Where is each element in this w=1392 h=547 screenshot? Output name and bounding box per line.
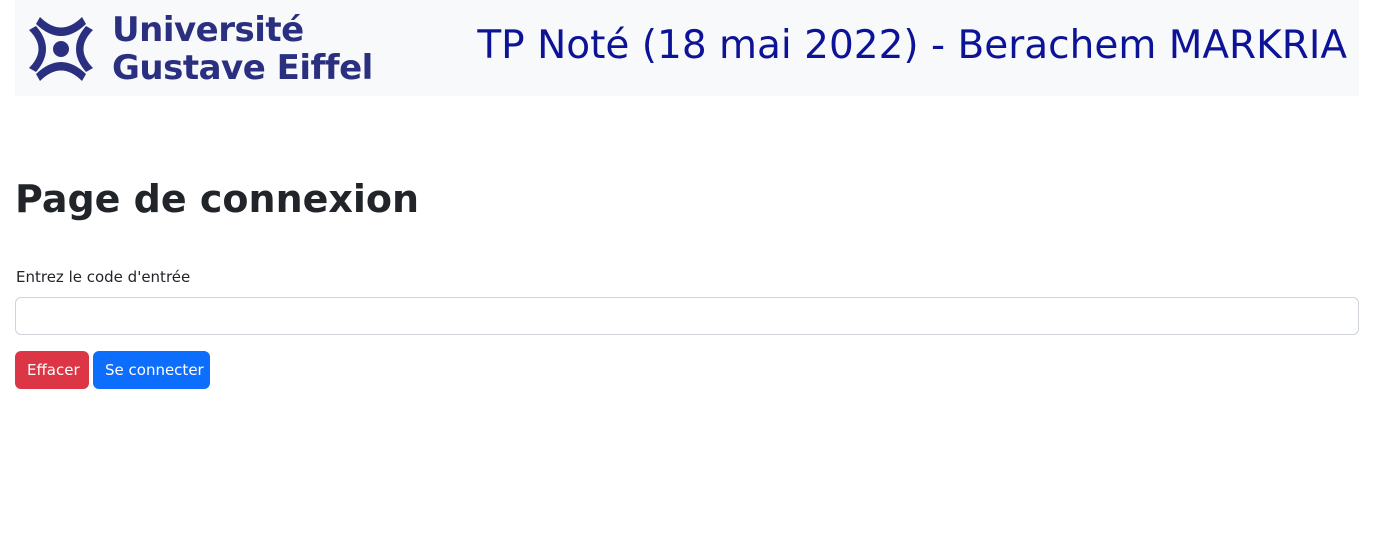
header-bar: Université Gustave Eiffel TP Noté (18 ma… — [15, 0, 1359, 96]
university-logo-icon — [29, 17, 93, 81]
page-title: Page de connexion — [15, 177, 420, 221]
code-input[interactable] — [15, 297, 1359, 335]
university-name-line2: Gustave Eiffel — [112, 48, 373, 88]
university-logo[interactable]: Université Gustave Eiffel — [26, 11, 373, 87]
clear-button[interactable]: Effacer — [15, 351, 89, 389]
header-title: TP Noté (18 mai 2022) - Berachem MARKRIA — [477, 23, 1347, 68]
code-field-label: Entrez le code d'entrée — [16, 268, 191, 286]
university-name: Université Gustave Eiffel — [112, 11, 373, 87]
login-button[interactable]: Se connecter — [93, 351, 210, 389]
university-name-line1: Université — [112, 10, 304, 50]
